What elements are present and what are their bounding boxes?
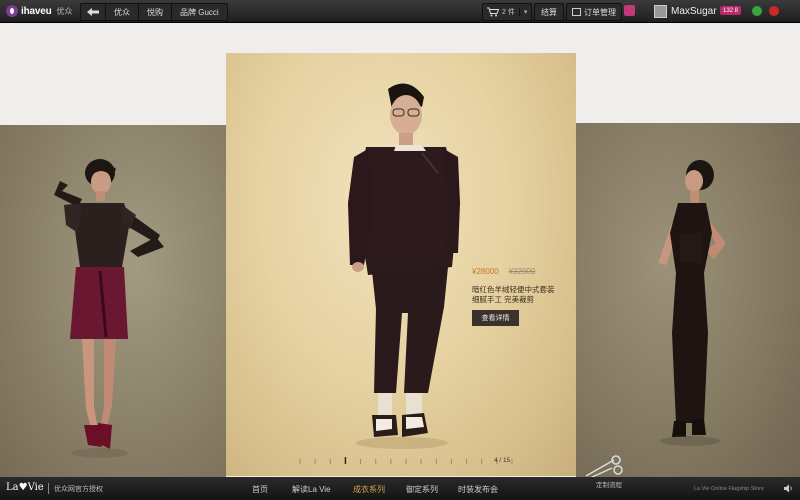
top-nav: 优众 悦购 品牌 Gucci	[80, 3, 228, 21]
product-desc-line-2: 细腻手工 完美裁剪	[472, 295, 535, 304]
model-panel-right[interactable]	[576, 123, 800, 477]
avatar	[654, 4, 667, 18]
brand-divider	[48, 483, 49, 494]
pager-track[interactable]	[296, 456, 516, 466]
nav-item-youzhong[interactable]: 优众	[106, 4, 139, 20]
bottom-nav-ready-to-wear[interactable]: 成衣系列	[353, 484, 385, 495]
orders-button[interactable]: 订单管理	[566, 3, 622, 21]
sound-icon[interactable]	[784, 484, 793, 493]
checkout-button[interactable]: 结算	[534, 3, 564, 21]
cart-count: 2 件	[502, 9, 515, 16]
logo-subtitle: 优众	[56, 6, 73, 16]
orders-label: 订单管理	[584, 7, 616, 17]
product-description: 暗红色羊绒轻便中式套装 细腻手工 完美裁剪	[472, 285, 572, 305]
model-photo-right	[658, 160, 726, 446]
username: MaxSugar	[671, 5, 717, 17]
nav-item-brand[interactable]: 品牌 Gucci	[172, 4, 227, 20]
cart-button[interactable]: 2 件 ▾	[482, 3, 533, 21]
top-bar: ihaveu 优众 优众 悦购 品牌 Gucci 2 件 ▾ 结算 订单管理 M…	[0, 0, 800, 23]
model-photo-center	[348, 83, 460, 449]
bottom-nav-fashion-show[interactable]: 时装发布会	[458, 484, 498, 495]
gift-icon[interactable]	[624, 5, 635, 16]
logo-text: ihaveu	[21, 5, 52, 17]
share-icon[interactable]	[752, 6, 762, 16]
back-arrow-icon	[87, 8, 99, 16]
nav-item-yuegou[interactable]: 悦购	[139, 4, 172, 20]
model-panel-left[interactable]	[0, 125, 226, 477]
authorization-text: 优众网官方授权	[54, 486, 103, 493]
model-photo-left	[54, 159, 164, 458]
view-details-button[interactable]: 查看详情	[472, 310, 519, 326]
site-logo[interactable]: ihaveu 优众	[6, 4, 72, 18]
points-badge[interactable]: 132 8	[720, 6, 742, 15]
orders-icon	[572, 8, 581, 16]
user-menu[interactable]: MaxSugar	[654, 3, 717, 19]
cart-icon	[487, 7, 499, 17]
brand-logo[interactable]: La♥Vie	[6, 482, 44, 493]
featured-product-panel: ¥28000 ¥32000 暗红色羊绒轻便中式套装 细腻手工 完美裁剪 查看详情…	[226, 53, 576, 476]
bottom-nav-bespoke[interactable]: 御定系列	[406, 484, 438, 495]
bottom-nav-home[interactable]: 首页	[252, 484, 268, 495]
current-price: ¥28000	[472, 267, 499, 276]
flagship-store-text: La Vie Online Flagship Store	[694, 486, 764, 492]
bottom-bar: La♥Vie 优众网官方授权 首页 解读La Vie 成衣系列 御定系列 时装发…	[0, 477, 800, 500]
back-button[interactable]	[81, 4, 106, 20]
price-row: ¥28000 ¥32000	[472, 267, 535, 276]
chevron-down-icon[interactable]: ▾	[518, 8, 532, 16]
pager-label: 4 / 15	[494, 457, 511, 464]
custom-process-link[interactable]: 定制流程	[596, 479, 622, 489]
logo-mark-icon	[6, 5, 18, 17]
product-desc-line-1: 暗红色羊绒轻便中式套装	[472, 285, 555, 294]
original-price: ¥32000	[508, 267, 536, 276]
mail-icon[interactable]	[769, 6, 779, 16]
bottom-nav-about[interactable]: 解读La Vie	[292, 484, 331, 495]
